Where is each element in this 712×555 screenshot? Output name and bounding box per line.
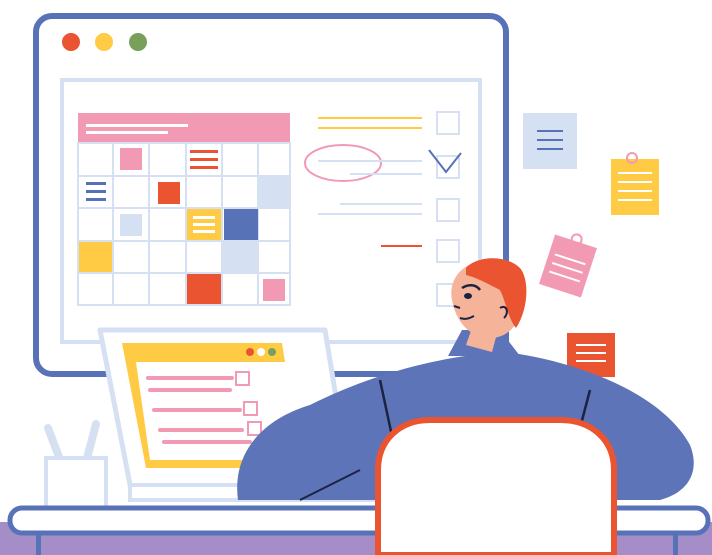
calendar-grid-icon: [77, 113, 291, 306]
illustration-scene: [0, 0, 712, 555]
list-note-icon: [523, 113, 577, 169]
chair-icon: [375, 417, 617, 555]
window-dot-yellow: [95, 33, 113, 51]
pink-note-icon: [539, 233, 597, 298]
floating-notes: [523, 113, 659, 377]
sticky-note-icon: [611, 152, 659, 215]
window-dot-green: [129, 33, 147, 51]
illustration-svg: [0, 13, 712, 555]
window-dot-red: [62, 33, 80, 51]
window-dots: [62, 33, 147, 51]
pen-holder-icon: [44, 420, 108, 512]
